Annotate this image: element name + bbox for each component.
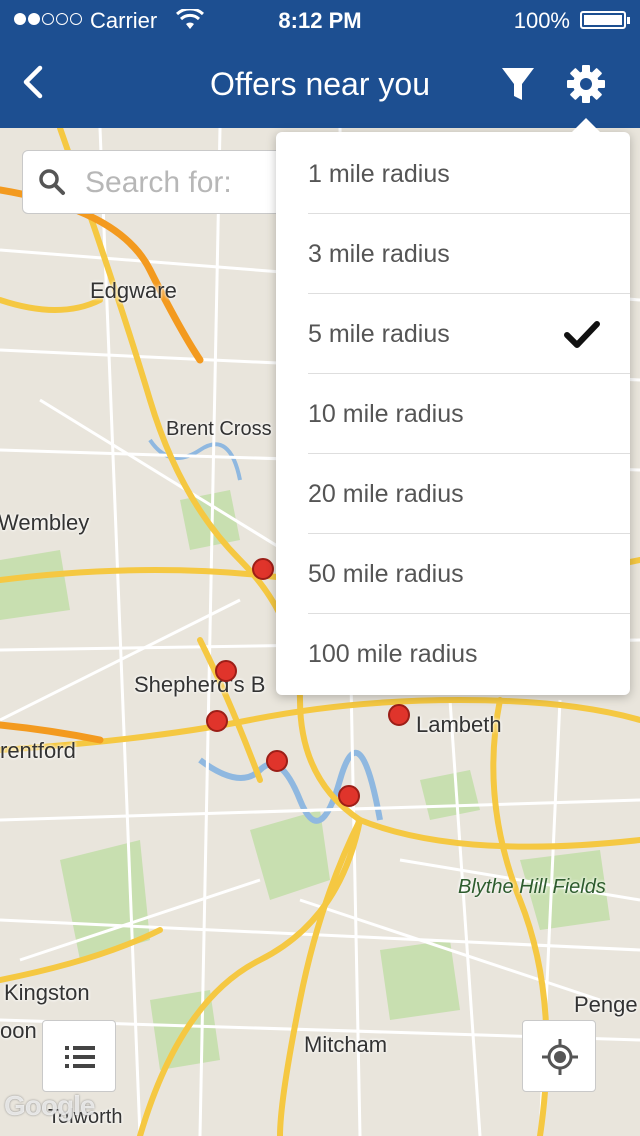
map-place-label: Wembley <box>0 510 90 535</box>
map-place-label: Kingston <box>4 980 90 1005</box>
map-park-label: Blythe Hill Fields <box>458 876 606 898</box>
filter-icon <box>502 68 534 100</box>
nav-bar: Offers near you <box>0 40 640 128</box>
map-place-label: Penge <box>574 992 638 1017</box>
offer-map-pin[interactable] <box>252 558 274 580</box>
dropdown-caret <box>572 118 600 132</box>
radius-option[interactable]: 1 mile radius <box>308 134 630 214</box>
map-place-label: Lambeth <box>416 712 502 737</box>
map-place-label: Mitcham <box>304 1032 388 1057</box>
offer-map-pin[interactable] <box>266 750 288 772</box>
radius-option[interactable]: 3 mile radius <box>308 214 630 294</box>
radius-option-label: 5 mile radius <box>308 320 450 348</box>
status-bar: Carrier 8:12 PM 100% <box>0 0 640 40</box>
search-input[interactable] <box>83 161 307 205</box>
radius-option-selected[interactable]: 5 mile radius <box>308 294 630 374</box>
radius-option-label: 3 mile radius <box>308 240 450 268</box>
map-place-label: Brent Cross <box>166 418 272 440</box>
radius-option[interactable]: 100 mile radius <box>308 614 630 694</box>
settings-button[interactable] <box>564 62 608 106</box>
offer-map-pin[interactable] <box>388 704 410 726</box>
page-title: Offers near you <box>210 66 430 102</box>
radius-option-label: 20 mile radius <box>308 480 464 508</box>
map-place-label: Edgware <box>90 278 177 303</box>
radius-option[interactable]: 50 mile radius <box>308 534 630 614</box>
offer-map-pin[interactable] <box>206 710 228 732</box>
radius-option[interactable]: 20 mile radius <box>308 454 630 534</box>
radius-option[interactable]: 10 mile radius <box>308 374 630 454</box>
locate-crosshair-icon <box>542 1039 578 1075</box>
battery-percent: 100% <box>513 8 570 33</box>
radius-option-label: 50 mile radius <box>308 560 464 588</box>
offer-map-pin[interactable] <box>215 660 237 682</box>
map-place-label: oon <box>0 1018 37 1043</box>
radius-option-label: 1 mile radius <box>308 160 450 188</box>
list-icon <box>65 1046 95 1068</box>
map-place-label: rentford <box>0 738 76 763</box>
map-place-label: Shepherd's B <box>134 672 266 697</box>
checkmark-icon <box>564 321 600 348</box>
my-location-button[interactable] <box>522 1020 596 1092</box>
list-view-button[interactable] <box>42 1020 116 1092</box>
battery-icon <box>580 11 630 29</box>
radius-option-label: 100 mile radius <box>308 640 478 668</box>
filter-button[interactable] <box>498 64 538 108</box>
offer-map-pin[interactable] <box>338 785 360 807</box>
gear-icon <box>567 65 605 103</box>
radius-dropdown-menu: 1 mile radius 3 mile radius 5 mile radiu… <box>276 118 630 695</box>
radius-option-label: 10 mile radius <box>308 400 464 428</box>
search-icon <box>39 169 65 195</box>
google-attribution-logo: Google <box>4 1090 95 1121</box>
